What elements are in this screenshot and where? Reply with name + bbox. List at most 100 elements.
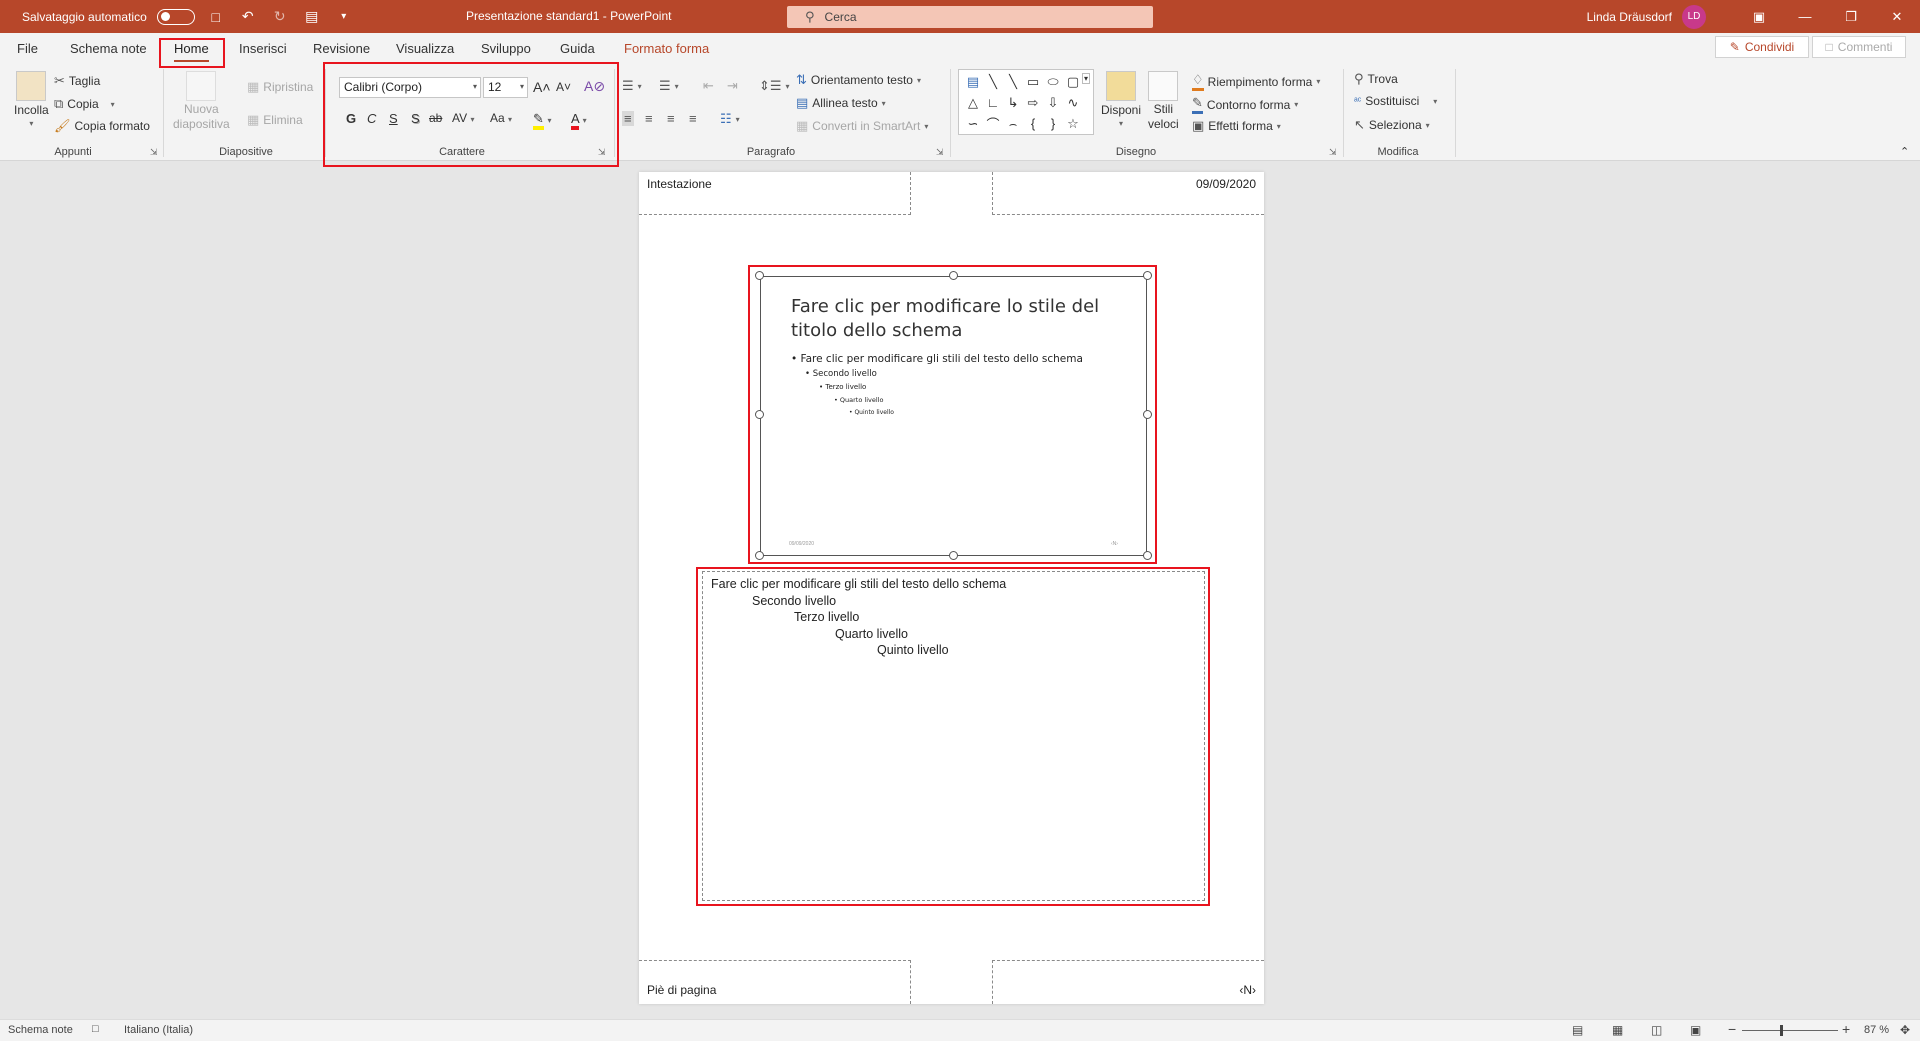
select-button[interactable]: ↖ Seleziona ▾ — [1354, 117, 1430, 133]
launcher-icon[interactable]: ⇲ — [936, 147, 944, 158]
slideshow-icon[interactable]: ▣ — [1690, 1023, 1701, 1037]
numbering-button[interactable]: ☰ ▾ — [659, 78, 679, 94]
copy-button[interactable]: ⧉ Copia ▾ — [54, 96, 115, 112]
star-shape-icon[interactable]: ☆ — [1063, 113, 1083, 134]
comments-button[interactable]: □ Commenti — [1812, 36, 1906, 58]
quick-styles-button[interactable]: Stili veloci — [1148, 71, 1179, 131]
slide-sorter-icon[interactable]: ▦ — [1612, 1023, 1623, 1037]
accessibility-icon[interactable]: □ — [92, 1023, 99, 1035]
search-input[interactable]: ⚲ Cerca — [787, 6, 1153, 28]
gallery-more-icon[interactable]: ▾ — [1082, 73, 1091, 84]
launcher-icon[interactable]: ⇲ — [150, 147, 158, 158]
zoom-level[interactable]: 87 % — [1864, 1024, 1889, 1036]
tab-sviluppo[interactable]: Sviluppo — [481, 41, 531, 56]
footer-placeholder[interactable]: Piè di pagina — [639, 960, 911, 1004]
rounded-rectangle-shape-icon[interactable]: ▢ — [1063, 71, 1083, 92]
reset-button[interactable]: ▦ Ripristina — [247, 79, 313, 95]
minimize-icon[interactable]: — — [1782, 0, 1828, 33]
align-left-button[interactable]: ≡ — [622, 111, 634, 126]
date-placeholder[interactable]: 09/09/2020 — [992, 172, 1264, 215]
save-icon[interactable]: □ — [205, 6, 227, 28]
undo-icon[interactable]: ↶ — [237, 6, 259, 28]
chevron-down-icon: ▾ — [674, 81, 679, 91]
status-language[interactable]: Italiano (Italia) — [124, 1024, 193, 1036]
arc-shape-icon[interactable]: ⌒ — [983, 113, 1003, 134]
triangle-shape-icon[interactable]: △ — [963, 92, 983, 113]
reading-view-icon[interactable]: ◫ — [1651, 1023, 1662, 1037]
shape-effects-label: Effetti forma — [1208, 119, 1273, 133]
format-painter-button[interactable]: 🖌 Copia formato — [54, 118, 150, 134]
header-placeholder[interactable]: Intestazione — [639, 172, 911, 215]
decrease-indent-button[interactable]: ⇤ — [703, 78, 714, 94]
shapes-gallery[interactable]: ▤ ╲ ╲ ▭ ⬭ ▢ △ ∟ ↳ ⇨ ⇩ ∿ ∽ ⌒ ⌢ { } ☆ — [958, 69, 1094, 135]
user-name[interactable]: Linda Dräusdorf — [1587, 10, 1672, 24]
brace-left-shape-icon[interactable]: { — [1023, 113, 1043, 134]
share-button[interactable]: ✎ Condividi — [1715, 36, 1809, 58]
redo-icon[interactable]: ↻ — [269, 6, 291, 28]
zoom-slider-thumb[interactable] — [1780, 1025, 1783, 1036]
chevron-down-icon: ▾ — [1276, 121, 1281, 131]
increase-indent-button[interactable]: ⇥ — [727, 78, 738, 94]
autosave-toggle[interactable] — [156, 8, 195, 25]
align-center-button[interactable]: ≡ — [645, 111, 653, 126]
replace-button[interactable]: ᵃᶜ Sostituisci ▾ — [1354, 94, 1437, 108]
line-spacing-button[interactable]: ⇕☰ ▾ — [759, 78, 790, 94]
textbox-shape-icon[interactable]: ▤ — [963, 71, 983, 92]
fit-to-window-icon[interactable]: ✥ — [1900, 1023, 1910, 1037]
tab-formato-forma[interactable]: Formato forma — [624, 41, 709, 56]
zoom-in-icon[interactable]: + — [1842, 1021, 1850, 1037]
zoom-out-icon[interactable]: − — [1728, 1021, 1736, 1037]
rectangle-shape-icon[interactable]: ▭ — [1023, 71, 1043, 92]
line-shape-icon[interactable]: ╲ — [983, 71, 1003, 92]
oval-shape-icon[interactable]: ⬭ — [1043, 71, 1063, 92]
line-shape-icon[interactable]: ╲ — [1003, 71, 1023, 92]
restore-icon[interactable]: ❐ — [1828, 0, 1874, 33]
group-label-diapositive: Diapositive — [219, 146, 273, 158]
connector-shape-icon[interactable]: ↳ — [1003, 92, 1023, 113]
close-icon[interactable]: ✕ — [1874, 0, 1920, 33]
delete-slide-button[interactable]: ▦ Elimina — [247, 112, 303, 128]
tab-guida[interactable]: Guida — [560, 41, 595, 56]
align-right-button[interactable]: ≡ — [667, 111, 675, 126]
tab-file[interactable]: File — [17, 41, 38, 56]
smartart-button[interactable]: ▦ Converti in SmartArt ▾ — [796, 118, 928, 134]
tab-schema-note[interactable]: Schema note — [70, 41, 147, 56]
shape-fill-button[interactable]: ♢ Riempimento forma ▾ — [1192, 72, 1320, 91]
align-text-button[interactable]: ▤ Allinea testo ▾ — [796, 95, 886, 111]
delete-icon: ▦ — [247, 112, 260, 127]
ribbon-display-icon[interactable]: ▣ — [1736, 0, 1782, 33]
arrange-button[interactable]: Disponi ▾ — [1101, 71, 1141, 128]
curve-shape-icon[interactable]: ⌢ — [1003, 113, 1023, 134]
date-text: 09/09/2020 — [1195, 177, 1256, 191]
bullets-button[interactable]: ☰ ▾ — [622, 78, 642, 94]
page-number-placeholder[interactable]: ‹N› — [992, 960, 1264, 1004]
text-direction-button[interactable]: ⇅ Orientamento testo ▾ — [796, 72, 921, 88]
tab-inserisci[interactable]: Inserisci — [239, 41, 287, 56]
pen-outline-icon: ✎ — [1192, 95, 1203, 114]
find-button[interactable]: ⚲ Trova — [1354, 71, 1398, 87]
launcher-icon[interactable]: ⇲ — [1329, 147, 1337, 158]
justify-button[interactable]: ≡ — [689, 111, 697, 126]
shape-outline-button[interactable]: ✎ Contorno forma ▾ — [1192, 95, 1298, 114]
arrow-down-shape-icon[interactable]: ⇩ — [1043, 92, 1063, 113]
customize-qat-icon[interactable]: ▾ — [333, 6, 355, 28]
shape-fill-label: Riempimento forma — [1207, 74, 1313, 89]
wave-shape-icon[interactable]: ∿ — [1063, 92, 1083, 113]
collapse-ribbon-icon[interactable]: ⌃ — [1900, 145, 1909, 158]
columns-button[interactable]: ☷ ▾ — [720, 111, 740, 127]
paste-button[interactable]: Incolla ▾ — [14, 71, 49, 128]
normal-view-icon[interactable]: ▤ — [1572, 1023, 1583, 1037]
avatar[interactable]: LD — [1682, 4, 1706, 29]
zoom-slider-track[interactable] — [1742, 1030, 1838, 1031]
curve-shape-icon[interactable]: ∽ — [963, 113, 983, 134]
shape-effects-button[interactable]: ▣ Effetti forma ▾ — [1192, 118, 1281, 134]
cut-button[interactable]: ✂ Taglia — [54, 73, 100, 89]
arrow-right-shape-icon[interactable]: ⇨ — [1023, 92, 1043, 113]
present-icon[interactable]: ▤ — [301, 6, 323, 28]
brace-right-shape-icon[interactable]: } — [1043, 113, 1063, 134]
new-slide-button[interactable]: Nuova diapositiva — [173, 71, 230, 131]
format-painter-label: Copia formato — [74, 119, 150, 133]
angle-shape-icon[interactable]: ∟ — [983, 92, 1003, 113]
tab-revisione[interactable]: Revisione — [313, 41, 370, 56]
tab-visualizza[interactable]: Visualizza — [396, 41, 454, 56]
